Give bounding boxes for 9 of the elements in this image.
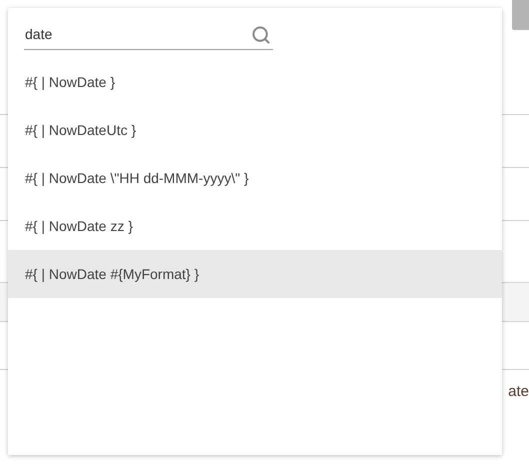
- search-icon: [251, 24, 271, 44]
- scrollbar-thumb[interactable]: [512, 0, 529, 30]
- suggestion-item[interactable]: #{ | NowDateUtc }: [8, 106, 502, 154]
- search-field[interactable]: date: [24, 20, 273, 50]
- suggestion-item[interactable]: #{ | NowDate zz }: [8, 202, 502, 250]
- table-text: ate: [508, 382, 529, 402]
- suggestion-item[interactable]: #{ | NowDate }: [8, 58, 502, 106]
- suggestion-item[interactable]: #{ | NowDate #{MyFormat} }: [8, 250, 502, 298]
- suggestion-item[interactable]: #{ | NowDate \"HH dd-MMM-yyyy\" }: [8, 154, 502, 202]
